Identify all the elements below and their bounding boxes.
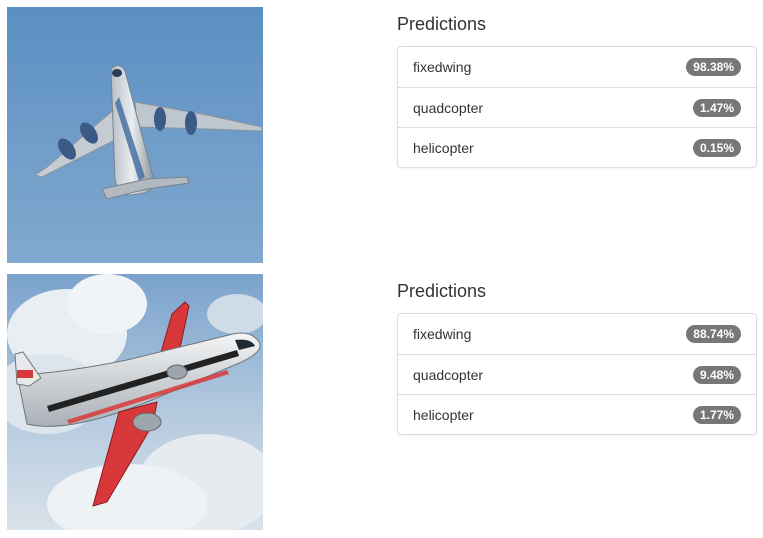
- list-item: helicopter 1.77%: [398, 394, 756, 434]
- predictions-panel-2: Predictions fixedwing 88.74% quadcopter …: [397, 272, 757, 435]
- list-item: fixedwing 98.38%: [398, 47, 756, 87]
- confidence-badge: 0.15%: [692, 139, 741, 157]
- list-item: quadcopter 9.48%: [398, 354, 756, 394]
- confidence-badge: 1.77%: [692, 406, 741, 424]
- page: Predictions fixedwing 98.38% quadcopter …: [0, 0, 763, 538]
- prediction-label: fixedwing: [413, 59, 472, 75]
- list-item: helicopter 0.15%: [398, 127, 756, 167]
- confidence-badge: 88.74%: [686, 325, 741, 343]
- result-row-1: Predictions fixedwing 98.38% quadcopter …: [0, 5, 763, 263]
- prediction-label: quadcopter: [413, 367, 484, 383]
- prediction-label: fixedwing: [413, 326, 472, 342]
- confidence-badge: 98.38%: [686, 58, 741, 76]
- predictions-list: fixedwing 98.38% quadcopter 1.47% helico…: [397, 46, 757, 168]
- result-row-2: Predictions fixedwing 88.74% quadcopter …: [0, 272, 763, 530]
- predictions-title: Predictions: [397, 281, 487, 301]
- predictions-title: Predictions: [397, 14, 487, 34]
- confidence-badge: 1.47%: [692, 99, 741, 117]
- prediction-label: quadcopter: [413, 100, 484, 116]
- list-item: quadcopter 1.47%: [398, 87, 756, 127]
- uploaded-image-1: [7, 7, 263, 263]
- predictions-list: fixedwing 88.74% quadcopter 9.48% helico…: [397, 313, 757, 435]
- predictions-panel-1: Predictions fixedwing 98.38% quadcopter …: [397, 5, 757, 168]
- list-item: fixedwing 88.74%: [398, 314, 756, 354]
- confidence-badge: 9.48%: [692, 366, 741, 384]
- uploaded-image-2: [7, 274, 263, 530]
- prediction-label: helicopter: [413, 407, 474, 423]
- prediction-label: helicopter: [413, 140, 474, 156]
